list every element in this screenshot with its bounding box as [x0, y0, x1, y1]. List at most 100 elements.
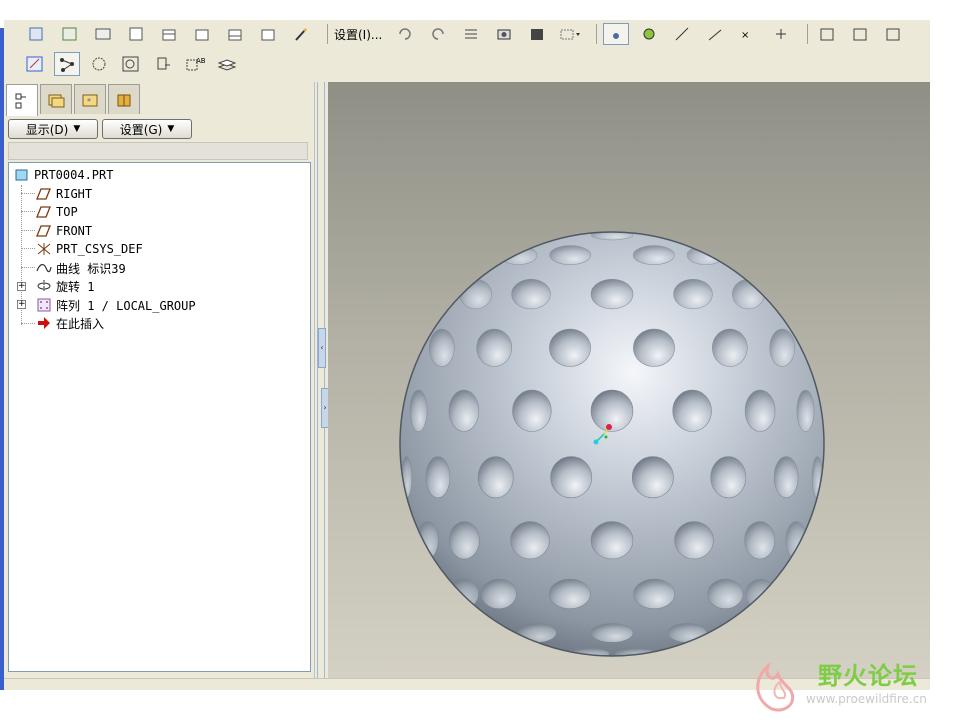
datum-point-icon[interactable] [702, 23, 728, 45]
redo-icon[interactable] [425, 23, 451, 45]
camera-icon[interactable] [491, 23, 517, 45]
point-display-icon[interactable]: × [735, 23, 761, 45]
dimple [711, 328, 748, 367]
tree-item-label: FRONT [56, 224, 93, 238]
dimple [796, 389, 815, 432]
tree-item-right[interactable]: RIGHT [35, 185, 92, 203]
model-tree: PRT0004.PRT RIGHT TOP FRONT PRT_CSYS_DEF… [8, 162, 311, 672]
dimple [590, 279, 634, 310]
zoom-icon[interactable] [118, 52, 144, 76]
splitter-line [317, 82, 318, 678]
dimple [744, 521, 776, 560]
toolbar-icon-3[interactable] [90, 23, 116, 45]
part-icon [13, 167, 31, 183]
datum-plane-icon [35, 204, 53, 220]
view-icon-3[interactable] [880, 23, 906, 45]
dimple [633, 328, 675, 367]
collapse-left-grip[interactable]: ‹ [318, 328, 326, 368]
tree-connector [21, 211, 35, 212]
dimple [673, 279, 713, 310]
toolbar-icon-6[interactable] [189, 23, 215, 45]
toolbar-icon-1[interactable] [24, 23, 50, 45]
tree-item-front[interactable]: FRONT [35, 222, 92, 240]
toolbar-icon-2[interactable] [57, 23, 83, 45]
toolbar-icon-5[interactable] [156, 23, 182, 45]
tree-item-label: 阵列 1 / LOCAL_GROUP [56, 298, 196, 313]
dimple [710, 456, 747, 499]
layers-icon[interactable] [214, 52, 240, 76]
tree-connector [21, 248, 35, 249]
tree-item-revolve[interactable]: 旋转 1 [35, 277, 94, 295]
pencil-icon[interactable] [288, 23, 314, 45]
display-menu-label: 显示(D) [25, 122, 69, 137]
dimple [590, 623, 634, 643]
tree-item-part[interactable]: PRT0004.PRT [13, 166, 113, 184]
dimple [512, 389, 552, 432]
connections-tab[interactable] [108, 84, 140, 114]
tree-item-label: PRT0004.PRT [34, 168, 114, 182]
expand-toggle[interactable]: + [17, 300, 26, 309]
toolbar-area: 设置(I)... × AB [4, 20, 930, 82]
tree-item-label: 旋转 1 [56, 279, 95, 294]
sketch-icon[interactable] [22, 52, 48, 76]
toolbar-icon-7[interactable] [222, 23, 248, 45]
toolbar-icon-4[interactable] [123, 23, 149, 45]
watermark-title: 野火论坛 [818, 662, 918, 690]
golf-ball-model[interactable] [328, 82, 930, 678]
dimple [631, 456, 674, 499]
dimple [744, 389, 776, 432]
dimple [480, 578, 517, 610]
settings-menu[interactable]: 设置(I)... [334, 26, 382, 43]
svg-text:×: × [741, 30, 749, 41]
datum-curve-icon[interactable] [54, 52, 80, 76]
regenerate-icon[interactable] [524, 23, 550, 45]
display-menu-button[interactable]: 显示(D) ▼ [8, 119, 98, 139]
tree-item-curve[interactable]: 曲线 标识39 [35, 259, 126, 277]
tree-item-top[interactable]: TOP [35, 203, 78, 221]
tree-item-label: TOP [56, 205, 78, 219]
point-icon[interactable] [150, 52, 176, 76]
display-datum-icon[interactable] [603, 23, 630, 45]
dimple [769, 328, 796, 367]
dimple [707, 578, 744, 610]
sketched-curve-icon[interactable] [86, 52, 112, 76]
tree-item-pattern[interactable]: 阵列 1 / LOCAL_GROUP [35, 296, 196, 314]
tree-item-csys[interactable]: PRT_CSYS_DEF [35, 240, 143, 258]
model-tree-tab[interactable] [6, 84, 38, 116]
panel-splitter[interactable]: ‹ › [314, 82, 329, 678]
toolbar-separator [596, 24, 598, 44]
watermark-url: www.proewildfire.cn [806, 692, 927, 706]
csys-display-icon[interactable] [768, 23, 794, 45]
window-dropdown-icon[interactable] [557, 23, 583, 45]
navigator-tabs: * [6, 84, 142, 116]
undo-icon[interactable] [392, 23, 418, 45]
dimple [448, 389, 480, 432]
folder-browser-tab[interactable] [40, 84, 72, 114]
graphics-viewport[interactable] [328, 82, 930, 678]
dimple [567, 647, 610, 656]
dimple [511, 279, 551, 310]
tree-item-label: RIGHT [56, 187, 93, 201]
expand-toggle[interactable]: + [17, 282, 26, 291]
chevron-down-icon: ▼ [167, 124, 175, 134]
list-icon[interactable] [458, 23, 484, 45]
curve-icon [35, 260, 53, 276]
toolbar-icon-8[interactable] [255, 23, 281, 45]
tree-filter-bar [8, 142, 308, 160]
dimple [590, 389, 634, 432]
pattern-icon [35, 297, 53, 313]
settings-menu-button[interactable]: 设置(G) ▼ [102, 119, 192, 139]
annotation-icon[interactable]: AB [182, 52, 208, 76]
shade-icon[interactable] [636, 23, 662, 45]
toolbar-row-top: 设置(I)... × [4, 20, 930, 48]
dimple [417, 521, 439, 560]
dimple [549, 245, 592, 265]
dimple [731, 279, 765, 310]
datum-axis-icon[interactable] [669, 23, 695, 45]
favorites-tab[interactable]: * [74, 84, 106, 114]
view-icon-1[interactable] [814, 23, 840, 45]
coordinate-system-icon [35, 241, 53, 257]
view-icon-2[interactable] [847, 23, 873, 45]
tree-connector [21, 193, 35, 194]
tree-item-insert-here[interactable]: 在此插入 [35, 314, 104, 332]
